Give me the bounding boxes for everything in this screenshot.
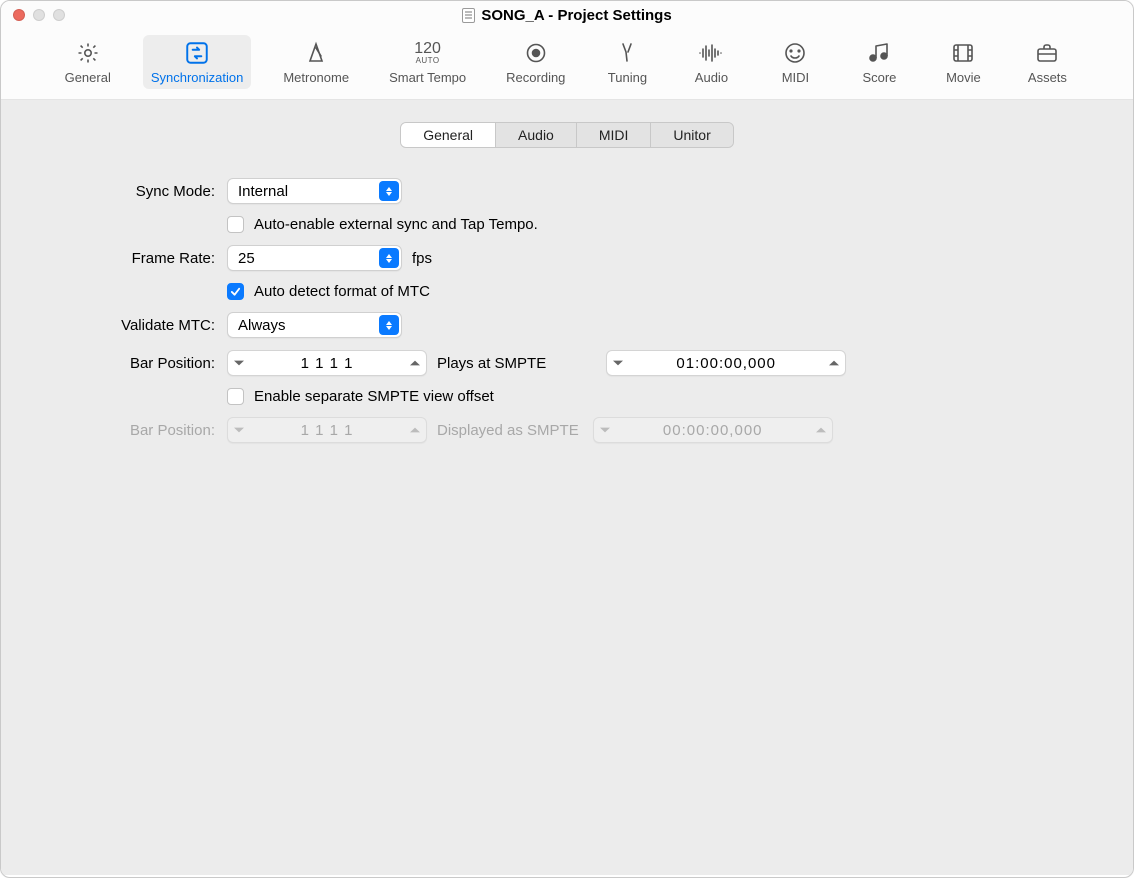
subtab-unitor[interactable]: Unitor (651, 123, 732, 147)
frame-rate-select[interactable]: 25 (227, 245, 402, 271)
chevron-up-icon[interactable] (404, 360, 426, 366)
auto-detect-mtc-label: Auto detect format of MTC (254, 283, 430, 300)
toolbar-label: Audio (695, 70, 728, 85)
toolbar-label: Recording (506, 70, 565, 85)
toolbar-movie[interactable]: Movie (933, 35, 993, 89)
subtab-audio[interactable]: Audio (496, 123, 577, 147)
validate-mtc-value: Always (238, 317, 286, 334)
sync-icon (183, 39, 211, 67)
enable-separate-smpte-label: Enable separate SMPTE view offset (254, 388, 494, 405)
bar-position-1-value: 1 1 1 1 (250, 355, 404, 372)
bar-position-1-stepper[interactable]: 1 1 1 1 (227, 350, 427, 376)
chevron-up-icon (810, 427, 832, 433)
chevron-down-icon[interactable] (607, 360, 629, 366)
toolbar-smart-tempo[interactable]: 120 AUTO Smart Tempo (381, 35, 474, 89)
chevron-down-icon[interactable] (228, 360, 250, 366)
content-area: General Audio MIDI Unitor Sync Mode: Int… (1, 100, 1133, 875)
subtab-general[interactable]: General (401, 123, 496, 147)
toolbar-label: Score (862, 70, 896, 85)
auto-enable-external-sync-checkbox[interactable] (227, 216, 244, 233)
project-settings-window: SONG_A - Project Settings General Synchr… (0, 0, 1134, 878)
midi-icon (781, 39, 809, 67)
auto-enable-label: Auto-enable external sync and Tap Tempo. (254, 216, 538, 233)
toolbar-general[interactable]: General (57, 35, 119, 89)
toolbar-score[interactable]: Score (849, 35, 909, 89)
close-window-button[interactable] (13, 9, 25, 21)
toolbar-recording[interactable]: Recording (498, 35, 573, 89)
auto-detect-mtc-checkbox[interactable] (227, 283, 244, 300)
waveform-icon (697, 39, 725, 67)
toolbar-midi[interactable]: MIDI (765, 35, 825, 89)
chevron-up-icon[interactable] (823, 360, 845, 366)
frame-rate-value: 25 (238, 250, 255, 267)
smpte-1-value: 01:00:00,000 (629, 355, 823, 372)
bar-position-1-label: Bar Position: (37, 355, 217, 372)
metronome-icon (302, 39, 330, 67)
chevron-down-icon (228, 427, 250, 433)
score-icon (865, 39, 893, 67)
film-icon (949, 39, 977, 67)
toolbar-audio[interactable]: Audio (681, 35, 741, 89)
tuning-fork-icon (613, 39, 641, 67)
toolbar-label: Tuning (608, 70, 647, 85)
toolbar-label: MIDI (782, 70, 809, 85)
displayed-as-smpte-label: Displayed as SMPTE (437, 422, 579, 439)
validate-mtc-select[interactable]: Always (227, 312, 402, 338)
sync-general-panel: Sync Mode: Internal Auto-enable external… (27, 166, 1107, 443)
select-toggle-icon (379, 248, 399, 268)
toolbar-label: Metronome (283, 70, 349, 85)
toolbar-label: Assets (1028, 70, 1067, 85)
frame-rate-label: Frame Rate: (37, 250, 217, 267)
smpte-2-value: 00:00:00,000 (616, 422, 810, 439)
toolbar-label: General (65, 70, 111, 85)
enable-separate-smpte-checkbox[interactable] (227, 388, 244, 405)
toolbar-assets[interactable]: Assets (1017, 35, 1077, 89)
frame-rate-unit: fps (412, 250, 432, 267)
gear-icon (74, 39, 102, 67)
toolbar-label: Synchronization (151, 70, 244, 85)
bar-position-2-value: 1 1 1 1 (250, 422, 404, 439)
chevron-down-icon (594, 427, 616, 433)
smart-tempo-icon: 120 AUTO (414, 39, 442, 67)
traffic-lights (1, 9, 65, 21)
document-icon (462, 8, 475, 23)
sync-mode-select[interactable]: Internal (227, 178, 402, 204)
record-icon (522, 39, 550, 67)
chevron-up-icon (404, 427, 426, 433)
select-toggle-icon (379, 315, 399, 335)
briefcase-icon (1033, 39, 1061, 67)
sync-form: Sync Mode: Internal Auto-enable external… (37, 178, 1097, 443)
bar-position-2-stepper: 1 1 1 1 (227, 417, 427, 443)
sync-subtabs: General Audio MIDI Unitor (400, 122, 734, 148)
select-toggle-icon (379, 181, 399, 201)
check-icon (230, 286, 241, 297)
sync-mode-label: Sync Mode: (37, 183, 217, 200)
subtab-midi[interactable]: MIDI (577, 123, 652, 147)
plays-at-smpte-label: Plays at SMPTE (437, 355, 546, 372)
maximize-window-button[interactable] (53, 9, 65, 21)
validate-mtc-label: Validate MTC: (37, 317, 217, 334)
sync-mode-value: Internal (238, 183, 288, 200)
toolbar: General Synchronization Metronome 120 AU… (1, 29, 1133, 100)
window-title-text: SONG_A - Project Settings (481, 7, 671, 24)
smpte-2-stepper: 00:00:00,000 (593, 417, 833, 443)
minimize-window-button[interactable] (33, 9, 45, 21)
toolbar-tuning[interactable]: Tuning (597, 35, 657, 89)
smpte-1-stepper[interactable]: 01:00:00,000 (606, 350, 846, 376)
titlebar: SONG_A - Project Settings (1, 1, 1133, 29)
window-title: SONG_A - Project Settings (1, 7, 1133, 24)
toolbar-metronome[interactable]: Metronome (275, 35, 357, 89)
tempo-sub: AUTO (416, 57, 440, 65)
bar-position-2-label: Bar Position: (37, 422, 217, 439)
tempo-number: 120 (414, 41, 441, 57)
toolbar-label: Movie (946, 70, 981, 85)
toolbar-synchronization[interactable]: Synchronization (143, 35, 252, 89)
toolbar-label: Smart Tempo (389, 70, 466, 85)
